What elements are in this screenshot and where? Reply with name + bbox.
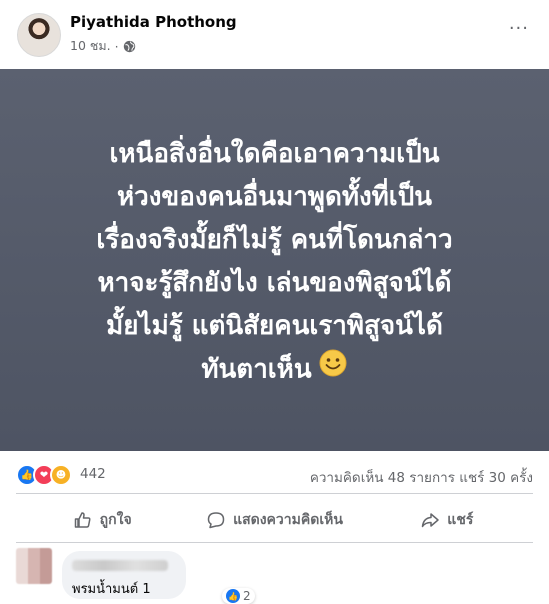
- globe-icon[interactable]: [123, 40, 136, 53]
- comment-bubble-icon: [207, 512, 225, 529]
- share-label: แชร์: [447, 512, 474, 528]
- like-reaction-icon: 👍: [226, 589, 240, 603]
- divider: [16, 493, 533, 494]
- like-label: ถูกใจ: [99, 512, 132, 528]
- post-image-text-lines: เหนือสิ่งอื่นใดคือเอาความเป็น ห่วงของคนอ…: [96, 138, 453, 385]
- comment-text: พรมน้ำมนต์ 1: [72, 582, 151, 597]
- thumbs-up-icon: [74, 512, 91, 528]
- meta-separator: ·: [114, 38, 119, 54]
- reaction-icons[interactable]: 👍 ❤ ☻: [16, 464, 72, 486]
- commenter-name-blurred[interactable]: [72, 560, 168, 571]
- comment-button[interactable]: แสดงความคิดเห็น: [188, 500, 360, 540]
- comment-reaction-count: 2: [243, 589, 251, 603]
- author-name[interactable]: Piyathida Phothong: [70, 13, 237, 31]
- share-arrow-icon: [422, 513, 440, 528]
- commenter-avatar[interactable]: [16, 548, 52, 584]
- reaction-count[interactable]: 442: [80, 466, 106, 482]
- more-options-icon[interactable]: ···: [509, 18, 529, 39]
- post-image-text: เหนือสิ่งอื่นใดคือเอาความเป็น ห่วงของคนอ…: [25, 133, 525, 392]
- care-reaction-icon: ☻: [50, 464, 72, 486]
- comment-bubble: พรมน้ำมนต์ 1 👍 2: [62, 551, 255, 604]
- smile-emoji-icon: [318, 348, 348, 392]
- post-header: Piyathida Phothong 10 ชม. · ···: [0, 0, 549, 68]
- post-meta: 10 ชม. ·: [70, 36, 136, 56]
- comment-item: พรมน้ำมนต์ 1 👍 2: [16, 548, 533, 604]
- post-time[interactable]: 10 ชม.: [70, 36, 111, 56]
- comment-reaction[interactable]: 👍 2: [222, 588, 255, 604]
- divider: [16, 542, 533, 543]
- comment-label: แสดงความคิดเห็น: [233, 512, 343, 528]
- author-avatar[interactable]: [17, 13, 61, 57]
- post-image[interactable]: เหนือสิ่งอื่นใดคือเอาความเป็น ห่วงของคนอ…: [0, 69, 549, 451]
- post-stats: 👍 ❤ ☻ 442 ความคิดเห็น 48 รายการ แชร์ 30 …: [0, 458, 549, 490]
- share-button[interactable]: แชร์: [361, 500, 533, 540]
- comment-share-count[interactable]: ความคิดเห็น 48 รายการ แชร์ 30 ครั้ง: [310, 466, 533, 488]
- post-actions: ถูกใจ แสดงความคิดเห็น แชร์: [16, 500, 533, 540]
- like-button[interactable]: ถูกใจ: [16, 500, 188, 540]
